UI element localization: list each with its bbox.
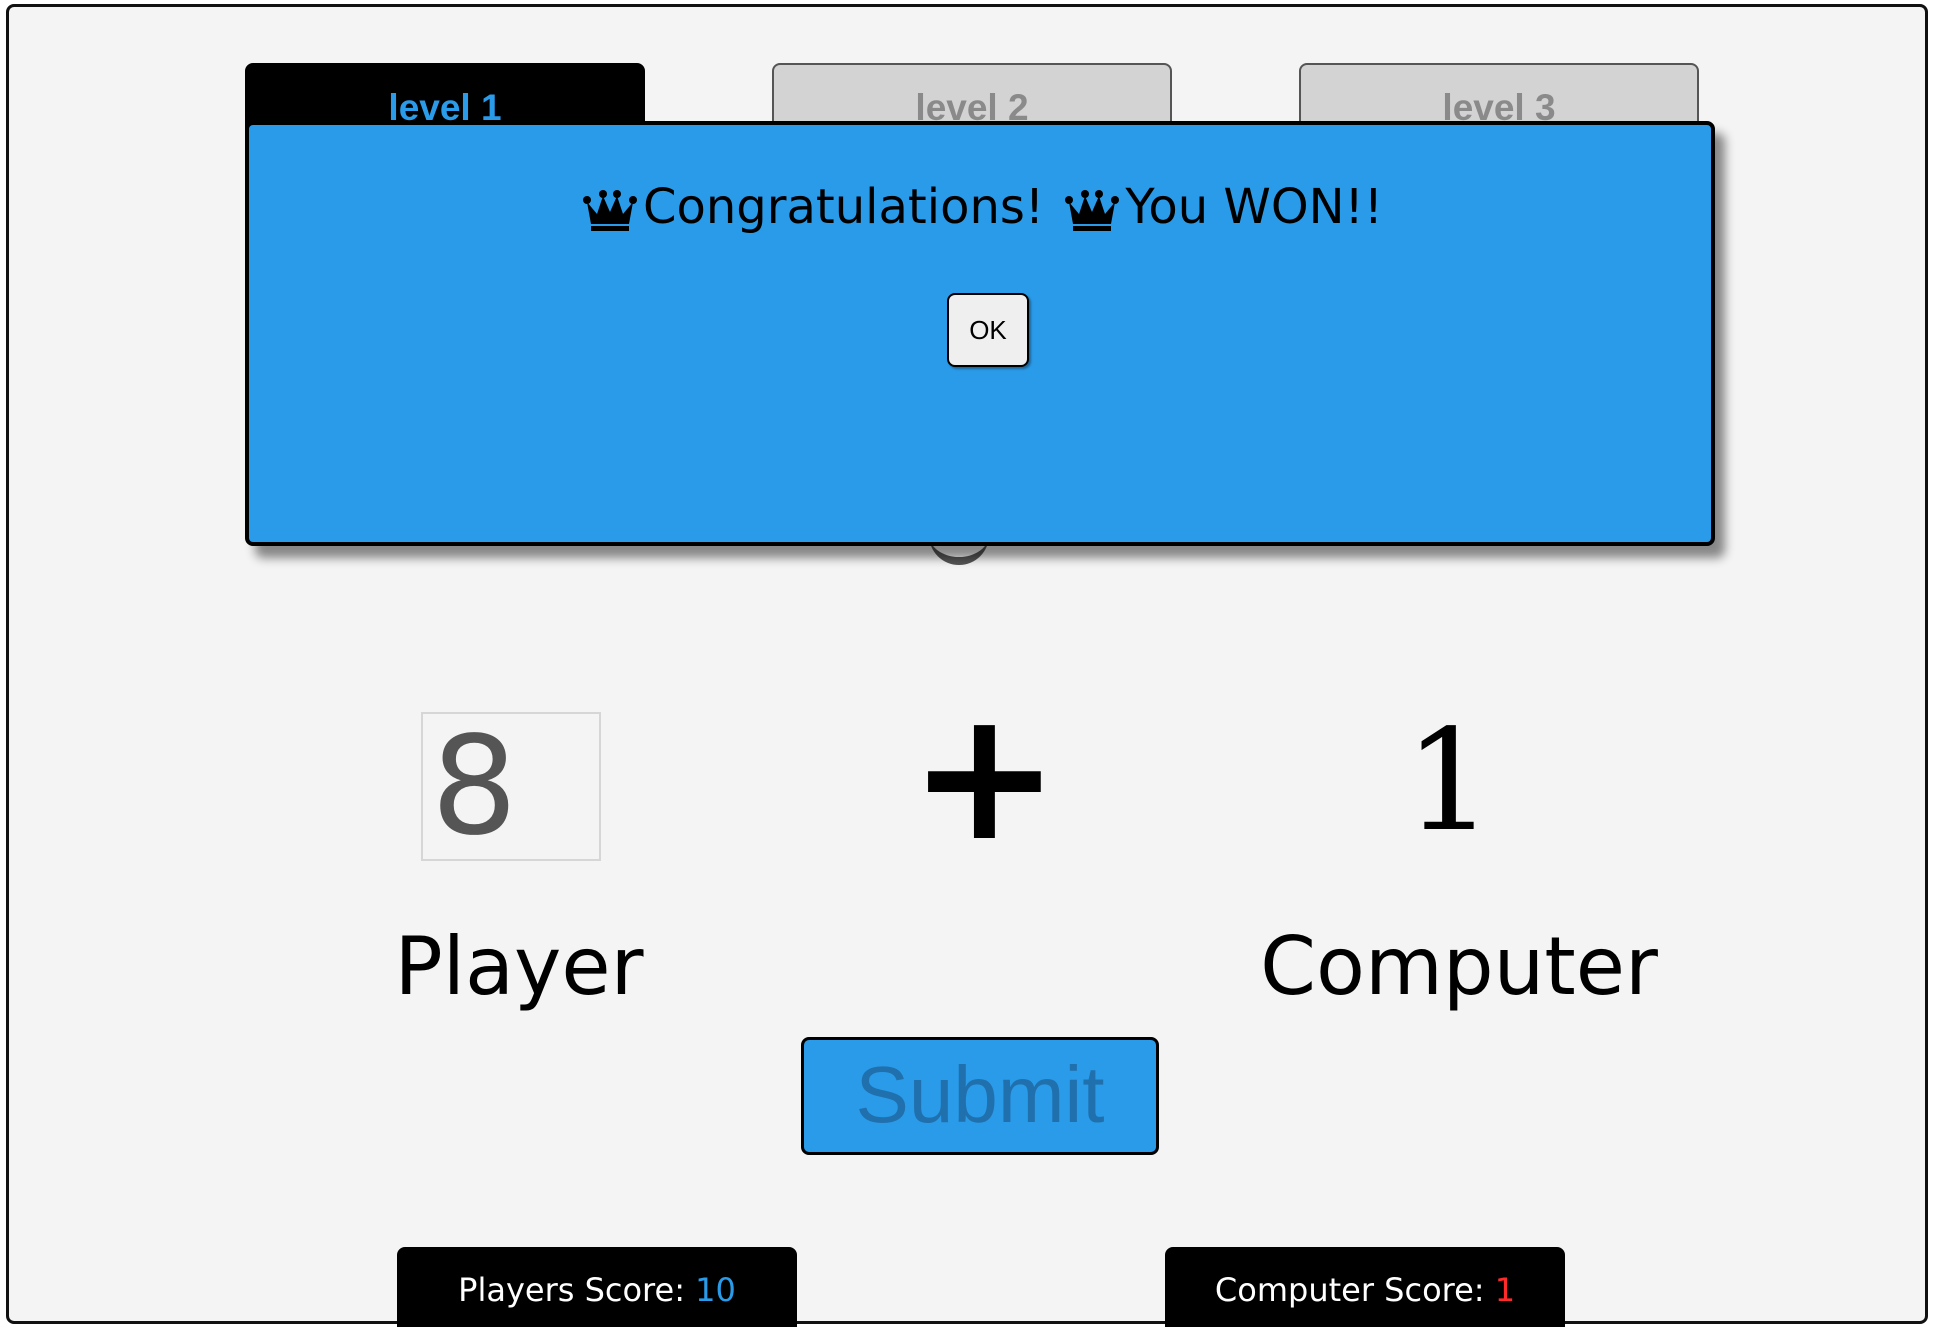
computer-score-box: Computer Score: 1 [1165, 1247, 1565, 1327]
dialog-message-part1: Congratulations! [643, 179, 1045, 235]
win-dialog: Congratulations! You WON!! OK [245, 121, 1715, 546]
computer-label: Computer [1260, 920, 1658, 1013]
submit-button[interactable]: Submit [801, 1037, 1159, 1155]
computer-score-label: Computer Score: [1214, 1271, 1495, 1309]
ok-button[interactable]: OK [947, 293, 1029, 367]
crown-icon [1065, 190, 1120, 231]
player-score-label: Players Score: [458, 1271, 696, 1309]
dialog-message: Congratulations! You WON!! [249, 177, 1711, 237]
game-frame: level 1 level 2 level 3 + 1 Player Compu… [6, 4, 1928, 1327]
player-score-box: Players Score: 10 [397, 1247, 797, 1327]
player-answer-input[interactable] [421, 712, 601, 861]
dialog-message-part2: You WON!! [1125, 179, 1383, 235]
computer-number: 1 [1404, 700, 1494, 863]
crown-icon [583, 190, 637, 231]
player-score-value: 10 [695, 1271, 736, 1309]
operator-sign: + [909, 672, 1060, 881]
player-label: Player [394, 920, 644, 1013]
computer-score-value: 1 [1494, 1271, 1516, 1309]
